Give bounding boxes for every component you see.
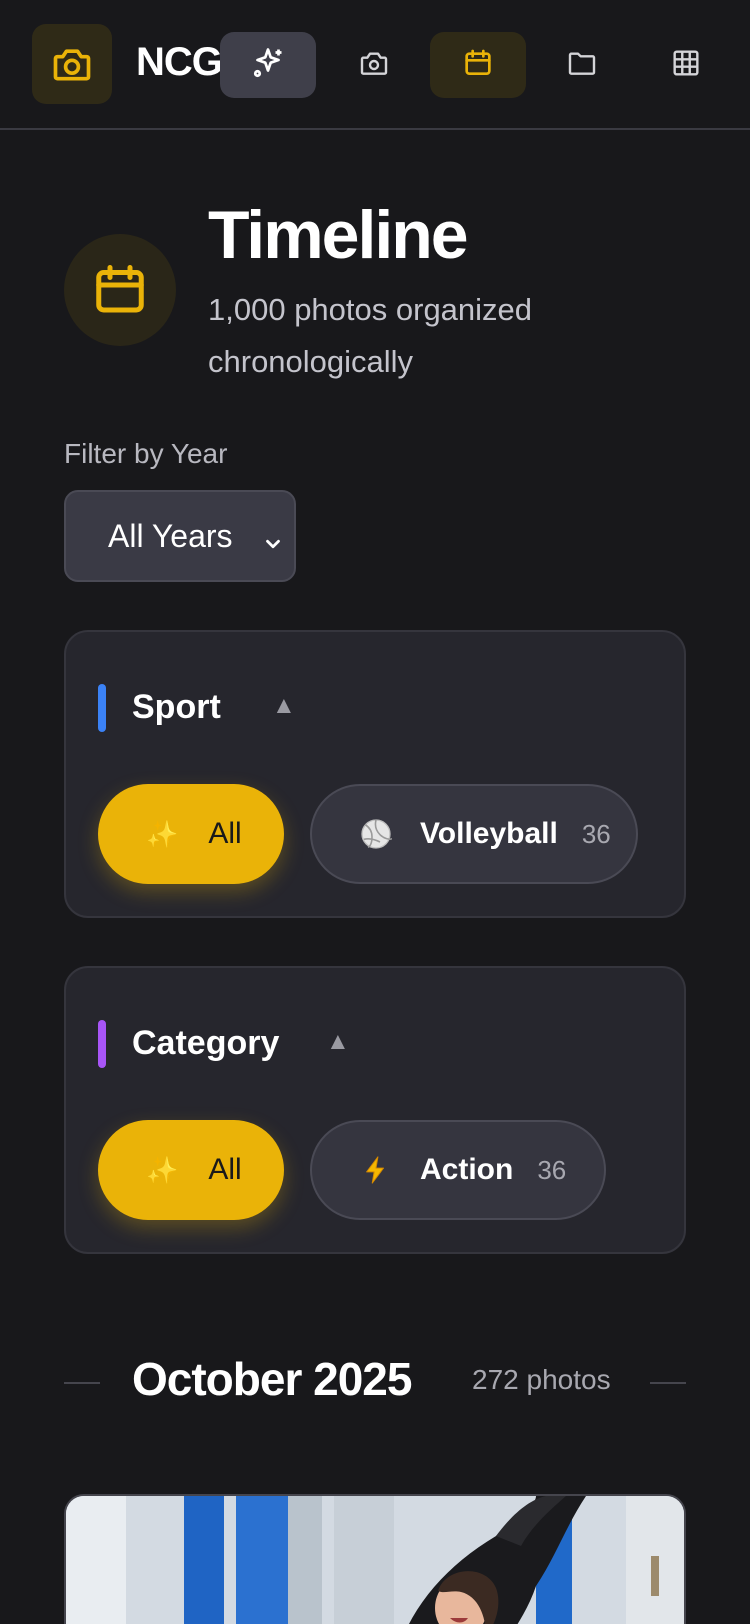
category-action-chip[interactable]: Action 36: [310, 1120, 606, 1220]
page-title: Timeline: [208, 197, 469, 273]
sport-panel-title: Sport: [132, 688, 221, 726]
sport-all-chip[interactable]: ✨ All: [98, 784, 284, 884]
nav-folder-button[interactable]: [534, 32, 630, 98]
page-subtitle: 1,000 photos organized chronologically: [208, 292, 533, 379]
category-filter-panel: Category ▲ ✨ All Action 36: [64, 966, 686, 1254]
category-all-label: All: [208, 1153, 242, 1186]
grid-icon: [670, 47, 702, 84]
nav-calendar-button[interactable]: [430, 32, 526, 98]
chevron-down-icon: [262, 526, 284, 563]
divider-left: [64, 1382, 100, 1384]
folder-icon: [566, 47, 598, 84]
category-option-label: Action: [420, 1153, 514, 1186]
photo-thumbnail[interactable]: [64, 1494, 686, 1624]
nav-camera-button[interactable]: [326, 32, 422, 98]
lightning-icon: [360, 1154, 392, 1186]
year-filter-label: Filter by Year: [64, 438, 228, 469]
category-all-chip[interactable]: ✨ All: [98, 1120, 284, 1220]
year-select-value: All Years: [108, 517, 233, 554]
category-option-count: 36: [537, 1154, 567, 1185]
month-title: October 2025: [132, 1353, 412, 1405]
brand-name[interactable]: NCG: [136, 40, 223, 85]
sport-all-label: All: [208, 817, 242, 850]
sparkles-icon: ✨: [146, 818, 179, 849]
calendar-icon: [462, 47, 494, 84]
category-accent-bar: [98, 1020, 106, 1068]
collapse-arrow-icon[interactable]: ▲: [272, 692, 296, 720]
nav-sparkle-button[interactable]: [220, 32, 316, 98]
sparkle-icon: [250, 45, 286, 86]
sport-filter-panel: Sport ▲ ✨ All Volleyball 36: [64, 630, 686, 918]
sparkles-icon: ✨: [146, 1154, 179, 1185]
collapse-arrow-icon[interactable]: ▲: [326, 1028, 350, 1056]
top-nav-bar: NCG: [0, 0, 750, 130]
year-select[interactable]: All Years: [64, 490, 296, 582]
volleyball-player-photo: [66, 1496, 684, 1624]
camera-icon: [358, 47, 390, 84]
timeline-calendar-icon: [64, 234, 176, 346]
sport-option-label: Volleyball: [420, 817, 558, 850]
sport-volleyball-chip[interactable]: Volleyball 36: [310, 784, 638, 884]
camera-logo-icon[interactable]: [32, 24, 112, 104]
month-photo-count: 272 photos: [472, 1364, 611, 1395]
sport-option-count: 36: [581, 818, 611, 849]
sport-accent-bar: [98, 684, 106, 732]
category-panel-title: Category: [132, 1024, 280, 1062]
volleyball-icon: [360, 818, 392, 850]
divider-right: [650, 1382, 686, 1384]
nav-grid-button[interactable]: [638, 32, 734, 98]
